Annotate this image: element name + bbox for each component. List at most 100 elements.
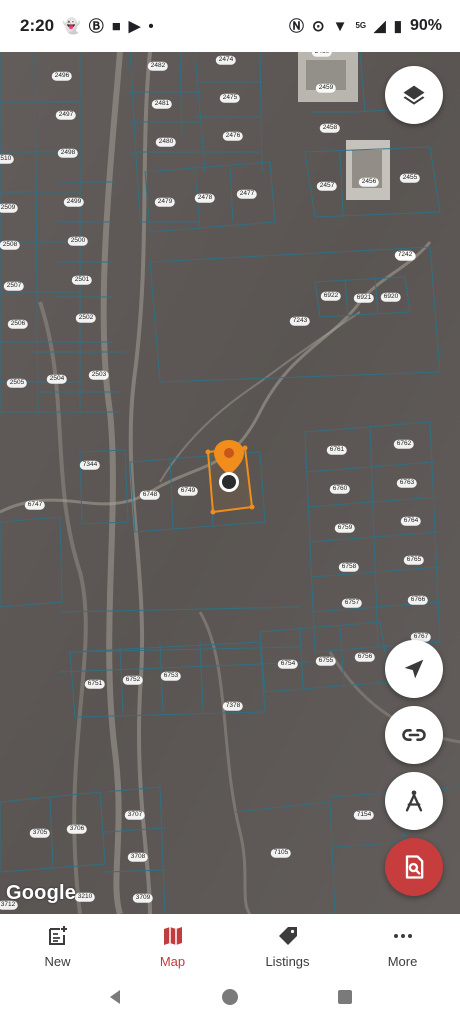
battery-percent: 90% — [409, 17, 442, 34]
parcel-label[interactable]: 2498 — [57, 148, 79, 158]
nav-label-more: More — [387, 954, 418, 969]
parcel-label[interactable]: 2479 — [154, 197, 176, 207]
network-label: 5G — [355, 21, 367, 30]
parcel-label[interactable]: 6756 — [354, 652, 376, 662]
parcel-label[interactable]: 7243 — [289, 316, 311, 326]
home-icon[interactable] — [220, 987, 240, 1007]
more-notifications-icon: • — [148, 17, 154, 35]
parcel-label[interactable]: 2505 — [6, 378, 28, 388]
parcel-label[interactable]: 7105 — [270, 848, 292, 858]
parcel-label[interactable]: 6755 — [315, 656, 337, 666]
parcel-label[interactable]: 2459 — [315, 83, 337, 93]
parcel-label[interactable]: 2474 — [215, 55, 237, 65]
parcel-label[interactable]: 3210 — [74, 892, 96, 902]
parcel-label[interactable]: 3705 — [29, 828, 51, 838]
nav-item-listings[interactable]: Listings — [230, 924, 345, 969]
current-location-dot — [219, 472, 239, 492]
location-icon: ⊙ — [312, 17, 325, 35]
wifi-icon: ▼ — [332, 17, 348, 35]
parcel-label[interactable]: 2458 — [319, 123, 341, 133]
measure-tool-button[interactable] — [385, 772, 443, 830]
parcel-label[interactable]: 6747 — [24, 500, 46, 510]
parcel-label[interactable]: 2477 — [236, 189, 258, 199]
battery-icon: ▮ — [393, 17, 402, 35]
status-time: 2:20 — [20, 16, 55, 35]
parcel-label[interactable]: 2497 — [55, 110, 77, 120]
parcel-label[interactable]: 2480 — [155, 137, 177, 147]
parcel-label[interactable]: 6753 — [160, 671, 182, 681]
new-post-icon — [48, 926, 67, 945]
parcel-label[interactable]: 2481 — [151, 99, 173, 109]
parcel-label[interactable]: 2499 — [63, 197, 85, 207]
parcel-label[interactable]: 7242 — [394, 250, 416, 260]
status-bar: 2:20 👻 Ⓑ ■ ▶ • Ⓝ ⊙ ▼ 5G ◢ ▮ 90% — [0, 0, 460, 52]
navigation-arrow-icon — [404, 659, 424, 679]
parcel-label[interactable]: 2457 — [316, 181, 338, 191]
tag-icon — [278, 927, 297, 945]
parcel-label[interactable]: 6765 — [403, 555, 425, 565]
parcel-label[interactable]: 6757 — [341, 598, 363, 608]
nav-item-map[interactable]: Map — [115, 924, 230, 969]
parcel-label[interactable]: 6754 — [277, 659, 299, 669]
parcel-label[interactable]: 2460 — [311, 52, 333, 57]
parcel-label[interactable]: 7154 — [353, 810, 375, 820]
parcel-label[interactable]: 6763 — [396, 478, 418, 488]
nav-label-map: Map — [159, 954, 186, 969]
google-attribution: Google — [6, 882, 77, 904]
parcel-label[interactable]: 7378 — [222, 701, 244, 711]
parcel-label[interactable]: 2504 — [46, 374, 68, 384]
parcel-label[interactable]: 6921 — [353, 293, 375, 303]
parcel-label[interactable]: 6758 — [338, 562, 360, 572]
parcel-label[interactable]: 2508 — [0, 240, 21, 250]
parcel-label[interactable]: 6751 — [84, 679, 106, 689]
parcel-label[interactable]: 2509 — [0, 203, 19, 213]
parcel-label[interactable]: 2482 — [147, 61, 169, 71]
parcel-label[interactable]: 2475 — [219, 93, 241, 103]
recents-icon[interactable] — [336, 988, 354, 1006]
parcel-label[interactable]: 2507 — [3, 281, 25, 291]
parcel-label[interactable]: 3706 — [66, 824, 88, 834]
signal-icon: ◢ — [374, 17, 386, 35]
nfc-icon: Ⓝ — [289, 17, 305, 35]
parcel-label[interactable]: 2510 — [0, 154, 15, 164]
map-icon — [163, 927, 182, 945]
notification-b-icon: Ⓑ — [88, 17, 104, 35]
parcel-label[interactable]: 2455 — [399, 173, 421, 183]
parcel-label[interactable]: 6759 — [334, 523, 356, 533]
app-square-icon: ■ — [111, 17, 121, 35]
parcel-label[interactable]: 2478 — [194, 193, 216, 203]
parcel-label[interactable]: 6922 — [320, 291, 342, 301]
parcel-label[interactable]: 6761 — [326, 445, 348, 455]
share-link-button[interactable] — [385, 706, 443, 764]
layers-button[interactable] — [385, 66, 443, 124]
nav-label-new: New — [44, 954, 71, 969]
nav-item-new[interactable]: New — [0, 924, 115, 969]
parcel-label[interactable]: 6920 — [380, 292, 402, 302]
parcel-label[interactable]: 6752 — [122, 675, 144, 685]
parcel-label[interactable]: 3707 — [124, 810, 146, 820]
parcel-label[interactable]: 6748 — [139, 490, 161, 500]
parcel-label[interactable]: 2506 — [7, 319, 29, 329]
parcel-label[interactable]: 6762 — [393, 439, 415, 449]
parcel-label[interactable]: 6764 — [400, 516, 422, 526]
parcel-search-button[interactable] — [385, 838, 443, 896]
youtube-icon: ▶ — [128, 17, 141, 35]
parcel-label[interactable]: 6766 — [407, 595, 429, 605]
status-left: 2:20 👻 Ⓑ ■ ▶ • — [20, 16, 154, 36]
parcel-label[interactable]: 2503 — [88, 370, 110, 380]
parcel-label[interactable]: 6760 — [329, 484, 351, 494]
parcel-label[interactable]: 2501 — [71, 275, 93, 285]
parcel-label[interactable]: 2500 — [67, 236, 89, 246]
nav-item-more[interactable]: More — [345, 924, 460, 969]
parcel-label[interactable]: 2476 — [222, 131, 244, 141]
parcel-label[interactable]: 2502 — [75, 313, 97, 323]
parcel-label[interactable]: 6749 — [177, 486, 199, 496]
navigate-button[interactable] — [385, 640, 443, 698]
parcel-label[interactable]: 2456 — [358, 177, 380, 187]
parcel-label[interactable]: 3708 — [127, 852, 149, 862]
bottom-navigation: New Map Listings More — [0, 914, 460, 970]
parcel-label[interactable]: 3709 — [132, 893, 154, 903]
parcel-label[interactable]: 7344 — [79, 460, 101, 470]
back-icon[interactable] — [106, 988, 124, 1006]
parcel-label[interactable]: 2496 — [51, 71, 73, 81]
